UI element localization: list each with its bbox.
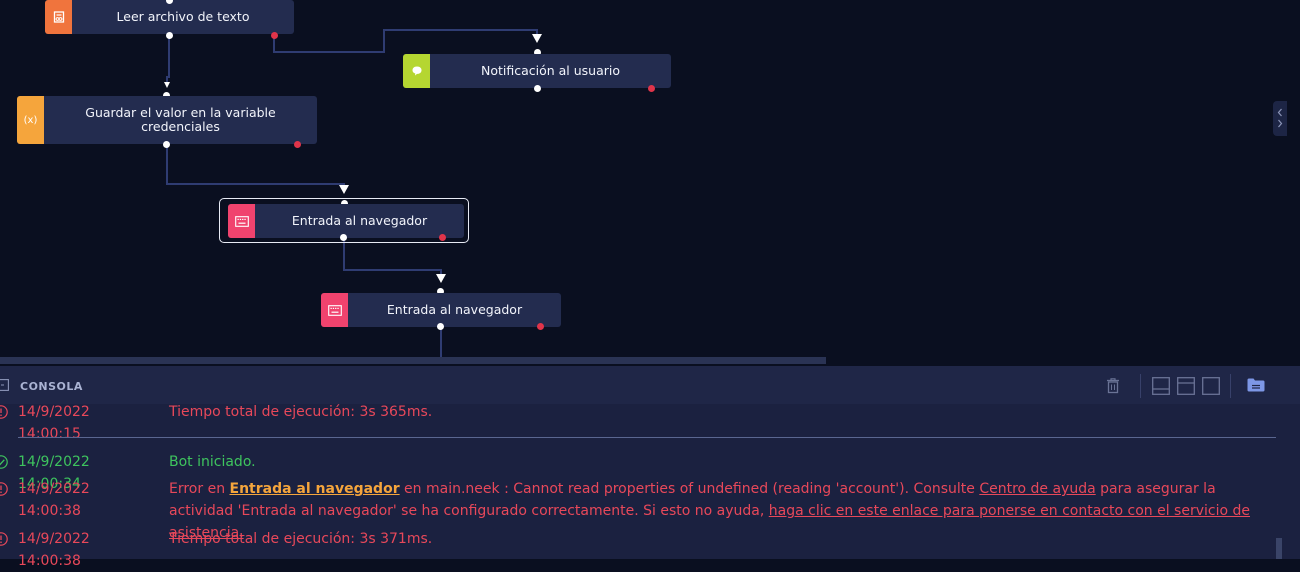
log-timestamp: 14/9/2022 14:00:38 — [18, 481, 90, 519]
node-entrada-navegador-1[interactable]: Entrada al navegador — [228, 204, 464, 238]
node-label: Entrada al navegador — [386, 302, 523, 317]
side-panel-toggle[interactable] — [1273, 101, 1287, 136]
arrow-icon — [339, 185, 349, 194]
error-port[interactable] — [648, 85, 655, 92]
help-center-link[interactable]: Centro de ayuda — [979, 481, 1095, 497]
log-timestamp: 14/9/2022 14:00:38 — [18, 531, 90, 569]
chat-bubble-icon — [403, 54, 430, 88]
chevron-left-right-icon — [1277, 108, 1283, 128]
arrow-icon — [532, 34, 542, 43]
folder-icon[interactable] — [1247, 378, 1265, 392]
log-text: Error en — [169, 481, 230, 497]
trash-icon[interactable] — [1105, 377, 1121, 394]
variable-icon: (x) — [17, 96, 44, 144]
layout-full-icon[interactable] — [1202, 377, 1220, 395]
output-port[interactable] — [340, 234, 347, 241]
canvas-horizontal-scrollbar[interactable] — [0, 357, 826, 364]
node-entrada-navegador-2[interactable]: Entrada al navegador — [321, 293, 561, 327]
wire-entrada1-entrada2 — [343, 238, 442, 281]
output-port[interactable] — [534, 85, 541, 92]
node-guardar-valor[interactable]: (x) Guardar el valor en la variable cred… — [17, 96, 317, 144]
log-message: Bot iniciado. — [169, 454, 256, 470]
arrow-icon — [164, 82, 170, 88]
console-vertical-scrollbar[interactable] — [1276, 538, 1282, 559]
log-message: Tiempo total de ejecución: 3s 371ms. — [169, 531, 433, 547]
node-label: Leer archivo de texto — [116, 9, 250, 24]
log-timestamp: 14/9/2022 14:00:15 — [18, 404, 90, 442]
error-port[interactable] — [537, 323, 544, 330]
error-icon — [0, 405, 8, 419]
node-label: Guardar el valor en la variable credenci… — [85, 105, 276, 134]
node-notificacion[interactable]: Notificación al usuario — [403, 54, 671, 88]
layout-bottom-icon[interactable] — [1152, 377, 1170, 395]
success-icon — [0, 455, 8, 469]
error-port[interactable] — [271, 32, 278, 39]
error-icon — [0, 532, 8, 546]
layout-split-icon[interactable] — [1177, 377, 1195, 395]
log-message: Tiempo total de ejecución: 3s 365ms. — [169, 404, 433, 420]
node-leer-archivo[interactable]: Leer archivo de texto — [45, 0, 294, 34]
flow-canvas[interactable]: Leer archivo de texto Notificación al us… — [0, 0, 1300, 366]
log-text: en main.neek : Cannot read properties of… — [399, 481, 980, 497]
wire-leer-notif — [273, 29, 538, 53]
wire-guardar-entrada1 — [166, 144, 345, 192]
log-separator — [18, 437, 1276, 438]
error-port[interactable] — [439, 234, 446, 241]
output-port[interactable] — [437, 323, 444, 330]
wire-leer-guardar — [166, 36, 170, 85]
header-divider — [1230, 374, 1231, 398]
arrow-icon — [436, 274, 446, 283]
console-panel: CONSOLA 14/9/2022 14:00:15 Tiempo total … — [0, 366, 1300, 569]
keyboard-icon — [228, 204, 255, 238]
output-port[interactable] — [163, 141, 170, 148]
keyboard-icon — [321, 293, 348, 327]
header-divider — [1140, 374, 1141, 398]
error-port[interactable] — [294, 141, 301, 148]
console-icon — [0, 379, 9, 391]
console-title: CONSOLA — [20, 380, 83, 393]
error-icon — [0, 482, 8, 496]
console-header: CONSOLA — [0, 366, 1300, 404]
file-icon — [45, 0, 72, 34]
activity-link[interactable]: Entrada al navegador — [230, 481, 400, 497]
node-label: Notificación al usuario — [480, 63, 621, 78]
node-label: Entrada al navegador — [291, 213, 428, 228]
output-port[interactable] — [166, 32, 173, 39]
